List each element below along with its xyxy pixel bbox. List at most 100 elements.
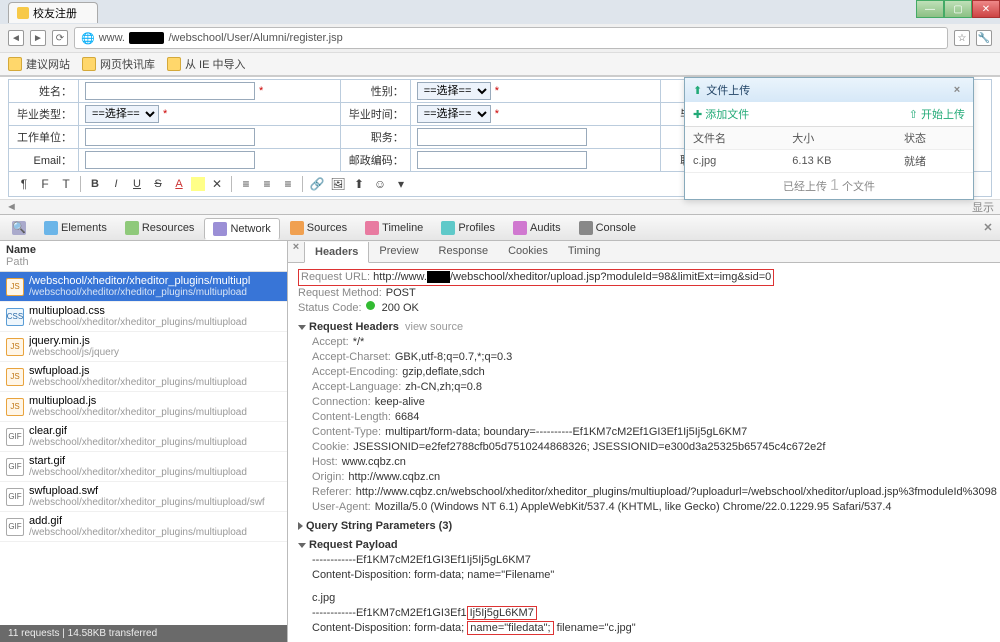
tb-upload-icon[interactable]: ⬆ <box>350 175 368 193</box>
req-name: jquery.min.js <box>29 335 119 347</box>
nrtab-headers[interactable]: Headers <box>304 242 369 263</box>
resources-icon <box>125 221 139 235</box>
req-path: /webschool/xheditor/xheditor_plugins/mul… <box>29 407 247 418</box>
nav-reload[interactable]: ⟳ <box>52 30 68 46</box>
tb-image-icon[interactable]: 🖼 <box>329 175 347 193</box>
tab-elements[interactable]: Elements <box>36 218 115 238</box>
collapse-icon[interactable] <box>298 543 306 548</box>
filetype-icon: GIF <box>6 458 24 476</box>
req-name: multiupload.css <box>29 305 247 317</box>
network-request-row[interactable]: GIFstart.gif/webschool/xheditor/xheditor… <box>0 452 287 482</box>
tb-color-icon[interactable]: A <box>170 175 188 193</box>
devtools-close-icon[interactable]: ✕ <box>980 221 996 234</box>
tab-network[interactable]: Network <box>204 218 279 240</box>
nrtab-cookies[interactable]: Cookies <box>498 241 558 262</box>
nav-fwd[interactable]: ► <box>30 30 46 46</box>
win-min[interactable]: — <box>916 0 944 18</box>
add-file-button[interactable]: ✚添加文件 <box>693 106 749 122</box>
tab-audits[interactable]: Audits <box>505 218 569 238</box>
payload-cd2: Content-Disposition: form-data; name="fi… <box>298 621 990 636</box>
nrtab-response[interactable]: Response <box>429 241 499 262</box>
nrtab-timing[interactable]: Timing <box>558 241 611 262</box>
expand-icon[interactable] <box>298 522 303 530</box>
network-request-row[interactable]: GIFclear.gif/webschool/xheditor/xheditor… <box>0 422 287 452</box>
network-request-row[interactable]: CSSmultiupload.css/webschool/xheditor/xh… <box>0 302 287 332</box>
nav-back[interactable]: ◄ <box>8 30 24 46</box>
bookmark-ie[interactable]: 从 IE 中导入 <box>167 56 246 72</box>
bookmark-suggest[interactable]: 建议网站 <box>8 56 70 72</box>
tb-align-right-icon[interactable]: ≡ <box>279 175 297 193</box>
req-name: swfupload.swf <box>29 485 265 497</box>
tb-bg-icon[interactable] <box>191 177 205 191</box>
panel-close-icon[interactable]: × <box>288 241 304 262</box>
win-close[interactable]: ✕ <box>972 0 1000 18</box>
tab-sources[interactable]: Sources <box>282 218 355 238</box>
required-star: * <box>163 108 167 120</box>
tb-align-center-icon[interactable]: ≡ <box>258 175 276 193</box>
audits-icon <box>513 221 527 235</box>
tb-size-icon[interactable]: T <box>57 175 75 193</box>
folder-icon <box>82 57 96 71</box>
devtools-tabs: 🔍 Elements Resources Network Sources Tim… <box>0 215 1000 241</box>
tab-console[interactable]: Console <box>571 218 644 238</box>
win-max[interactable]: ▢ <box>944 0 972 18</box>
tb-emoji-icon[interactable]: ☺ <box>371 175 389 193</box>
wrench-icon[interactable]: 🔧 <box>976 30 992 46</box>
tb-align-left-icon[interactable]: ≡ <box>237 175 255 193</box>
input-email[interactable] <box>85 151 255 169</box>
tb-font-icon[interactable]: F <box>36 175 54 193</box>
network-request-row[interactable]: JSmultiupload.js/webschool/xheditor/xhed… <box>0 392 287 422</box>
netlist-header: NamePath <box>0 241 287 272</box>
separator <box>80 176 81 192</box>
collapse-icon[interactable] <box>298 325 306 330</box>
folder-icon <box>8 57 22 71</box>
required-star: * <box>259 85 263 97</box>
close-icon[interactable]: × <box>949 84 965 96</box>
nrtab-preview[interactable]: Preview <box>369 241 428 262</box>
input-zip[interactable] <box>417 151 587 169</box>
req-path: /webschool/xheditor/xheditor_plugins/mul… <box>29 287 250 298</box>
tab-profiles[interactable]: Profiles <box>433 218 503 238</box>
url-box[interactable]: 🌐 www. xxxxx /webschool/User/Alumni/regi… <box>74 27 948 49</box>
input-job[interactable] <box>417 128 587 146</box>
start-upload-button[interactable]: ⇧开始上传 <box>909 106 965 122</box>
scroll-left-icon[interactable]: ◄ <box>6 201 17 213</box>
req-path: /webschool/js/jquery <box>29 347 119 358</box>
select-gradtime[interactable]: ==选择== <box>417 105 491 123</box>
file-size: 6.13 KB <box>784 150 896 173</box>
tb-expand-icon[interactable]: ▾ <box>392 175 410 193</box>
bookmark-feed[interactable]: 网页快讯库 <box>82 56 155 72</box>
network-request-row[interactable]: GIFswfupload.swf/webschool/xheditor/xhed… <box>0 482 287 512</box>
col-status: 状态 <box>896 127 973 150</box>
tb-bold-icon[interactable]: B <box>86 175 104 193</box>
file-row[interactable]: c.jpg6.13 KB就绪 <box>685 150 973 173</box>
bookmark-star-icon[interactable]: ☆ <box>954 30 970 46</box>
bookmark-label: 建议网站 <box>26 56 70 72</box>
tb-strike-icon[interactable]: S <box>149 175 167 193</box>
tb-para-icon[interactable]: ¶ <box>15 175 33 193</box>
tb-erase-icon[interactable]: ✕ <box>208 175 226 193</box>
select-sex[interactable]: ==选择== <box>417 82 491 100</box>
input-name[interactable] <box>85 82 255 100</box>
input-work[interactable] <box>85 128 255 146</box>
network-request-row[interactable]: JSjquery.min.js/webschool/js/jquery <box>0 332 287 362</box>
elements-icon <box>44 221 58 235</box>
tab-timeline[interactable]: Timeline <box>357 218 431 238</box>
tb-underline-icon[interactable]: U <box>128 175 146 193</box>
req-path: /webschool/xheditor/xheditor_plugins/mul… <box>29 317 247 328</box>
filetype-icon: JS <box>6 398 24 416</box>
tab-title: 校友注册 <box>33 5 77 21</box>
network-request-row[interactable]: JSswfupload.js/webschool/xheditor/xhedit… <box>0 362 287 392</box>
tb-italic-icon[interactable]: I <box>107 175 125 193</box>
tb-link-icon[interactable]: 🔗 <box>308 175 326 193</box>
select-gradtype[interactable]: ==选择== <box>85 105 159 123</box>
browser-tab[interactable]: 校友注册 <box>8 2 98 23</box>
separator <box>302 176 303 192</box>
view-source-link[interactable]: view source <box>405 321 463 333</box>
filetype-icon: GIF <box>6 488 24 506</box>
network-request-row[interactable]: JS/webschool/xheditor/xheditor_plugins/m… <box>0 272 287 302</box>
tab-resources[interactable]: Resources <box>117 218 203 238</box>
filetype-icon: JS <box>6 278 24 296</box>
arrow-up-icon: ⇧ <box>909 108 918 121</box>
tab-inspect-icon[interactable]: 🔍 <box>4 218 34 238</box>
